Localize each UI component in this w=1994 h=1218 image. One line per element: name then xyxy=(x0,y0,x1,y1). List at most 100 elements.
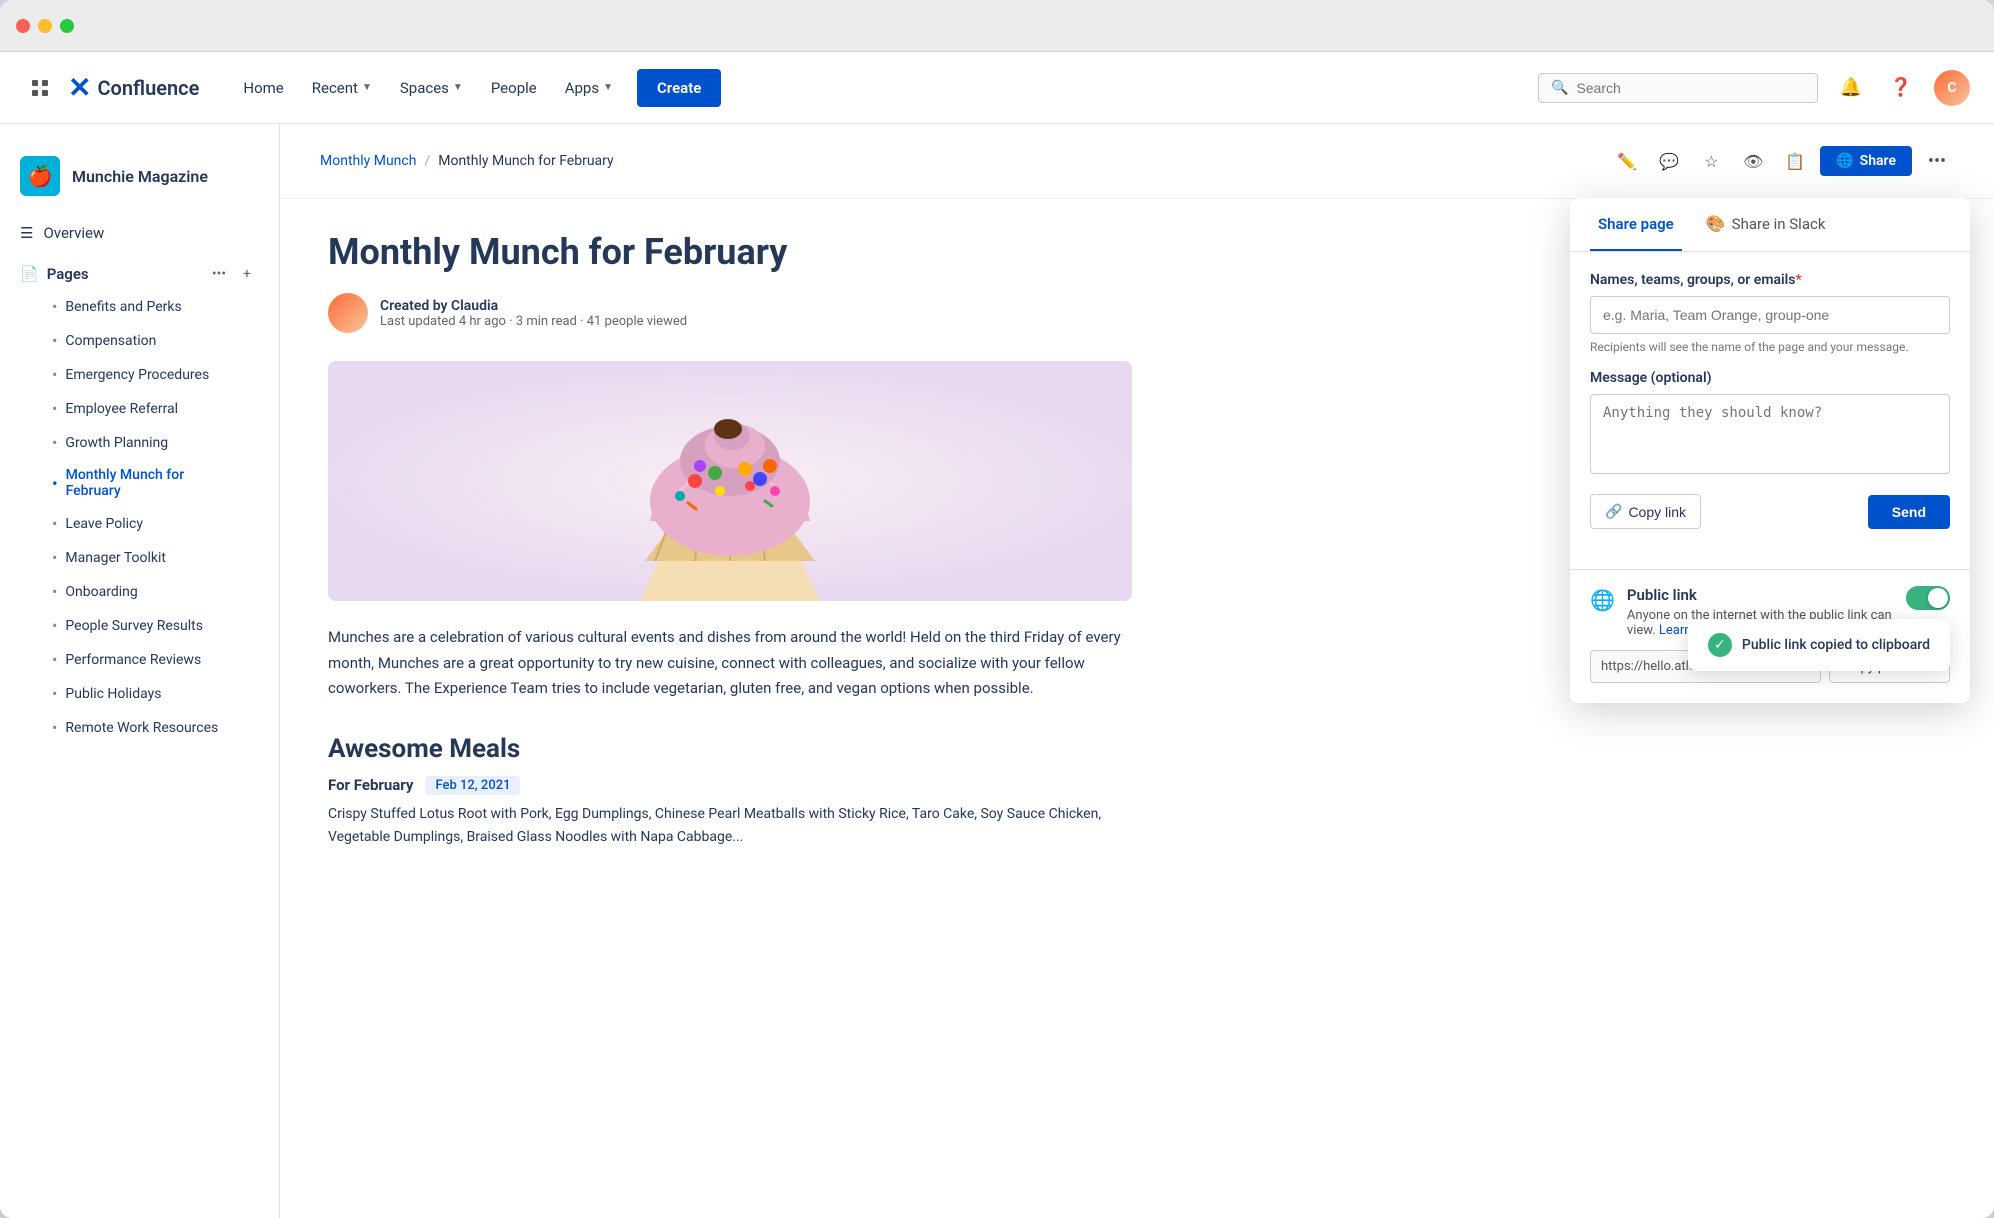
confluence-logo[interactable]: ✕ Confluence xyxy=(68,71,199,104)
sidebar-item-compensation[interactable]: • Compensation xyxy=(24,324,255,357)
bullet-icon: • xyxy=(52,616,57,635)
copy-link-button[interactable]: 🔗 Copy link xyxy=(1590,494,1701,529)
author-avatar xyxy=(328,293,368,333)
edit-icon[interactable]: ✏️ xyxy=(1610,144,1644,178)
comment-icon[interactable]: 💬 xyxy=(1652,144,1686,178)
titlebar xyxy=(0,0,1994,52)
search-bar[interactable]: 🔍 xyxy=(1538,73,1818,103)
bullet-icon: • xyxy=(52,684,57,703)
share-slack-tab-label: Share in Slack xyxy=(1732,215,1826,233)
create-button[interactable]: Create xyxy=(637,69,721,107)
nav-items: Home Recent ▼ Spaces ▼ People Apps ▼ Cre… xyxy=(231,69,1514,107)
pages-more-button[interactable]: ••• xyxy=(207,262,231,286)
star-icon[interactable]: ☆ xyxy=(1694,144,1728,178)
sidebar-item-growth[interactable]: • Growth Planning xyxy=(24,426,255,459)
bullet-icon: • xyxy=(52,331,57,350)
sidebar-item-leave[interactable]: • Leave Policy xyxy=(24,507,255,540)
active-bullet-icon: • xyxy=(52,474,58,493)
bullet-icon: • xyxy=(52,514,57,533)
breadcrumb-separator: / xyxy=(424,153,430,169)
toast-success-icon: ✓ xyxy=(1708,633,1732,657)
space-name: Munchie Magazine xyxy=(72,167,208,186)
breadcrumb-bar: Monthly Munch / Monthly Munch for Februa… xyxy=(280,124,1994,199)
message-label: Message (optional) xyxy=(1590,370,1950,386)
grid-menu-icon[interactable] xyxy=(24,72,56,104)
breadcrumb-parent[interactable]: Monthly Munch xyxy=(320,153,416,169)
nav-home[interactable]: Home xyxy=(231,71,295,105)
more-options-button[interactable]: ••• xyxy=(1920,144,1954,178)
toggle-knob xyxy=(1928,588,1948,608)
sidebar-item-monthly-munch[interactable]: • Monthly Munch for February xyxy=(24,460,255,506)
date-badge: Feb 12, 2021 xyxy=(425,776,520,795)
article-body: Munches are a celebration of various cul… xyxy=(328,625,1132,702)
view-icon[interactable]: 👁 xyxy=(1736,144,1770,178)
breadcrumb-actions: ✏️ 💬 ☆ 👁 📋 🌐 Share ••• xyxy=(1610,144,1954,178)
logo-x-icon: ✕ xyxy=(68,71,91,104)
globe-public-icon: 🌐 xyxy=(1590,588,1615,612)
toast-message: Public link copied to clipboard xyxy=(1742,637,1930,653)
close-button[interactable] xyxy=(16,19,30,33)
meal-list: Crispy Stuffed Lotus Root with Pork, Egg… xyxy=(328,803,1132,851)
fullscreen-button[interactable] xyxy=(60,19,74,33)
bullet-icon: • xyxy=(52,718,57,737)
send-button[interactable]: Send xyxy=(1868,495,1950,529)
panel-divider xyxy=(1570,569,1970,570)
bullet-icon: • xyxy=(52,399,57,418)
breadcrumb-current: Monthly Munch for February xyxy=(438,153,613,169)
sidebar-item-manager[interactable]: • Manager Toolkit xyxy=(24,541,255,574)
pages-actions: ••• + xyxy=(207,262,259,286)
minimize-button[interactable] xyxy=(38,19,52,33)
share-button[interactable]: 🌐 Share xyxy=(1820,146,1912,176)
recent-chevron-icon: ▼ xyxy=(362,82,372,93)
notifications-bell-icon[interactable]: 🔔 xyxy=(1834,71,1868,105)
tab-share-page[interactable]: Share page xyxy=(1590,199,1682,251)
nav-recent[interactable]: Recent ▼ xyxy=(300,71,384,105)
recipients-hint: Recipients will see the name of the page… xyxy=(1590,340,1950,354)
nav-people[interactable]: People xyxy=(479,71,549,105)
sidebar-item-benefits[interactable]: • Benefits and Perks xyxy=(24,290,255,323)
user-avatar[interactable]: C xyxy=(1934,70,1970,106)
sidebar-overview[interactable]: ☰ Overview xyxy=(0,216,279,250)
overview-label: Overview xyxy=(43,224,104,242)
article-for-row: For February Feb 12, 2021 xyxy=(328,776,1132,795)
bullet-icon: • xyxy=(52,433,57,452)
public-link-title: Public link xyxy=(1627,586,1894,604)
sidebar-item-remote-work[interactable]: • Remote Work Resources xyxy=(24,711,255,744)
pages-add-button[interactable]: + xyxy=(235,262,259,286)
sidebar-item-holidays[interactable]: • Public Holidays xyxy=(24,677,255,710)
space-header[interactable]: 🍎 Munchie Magazine xyxy=(0,144,279,216)
bullet-icon: • xyxy=(52,548,57,567)
article-update-time: Last updated 4 hr ago · 3 min read · 41 … xyxy=(380,314,687,329)
nav-spaces[interactable]: Spaces ▼ xyxy=(388,71,475,105)
sidebar-item-onboarding[interactable]: • Onboarding xyxy=(24,575,255,608)
help-icon[interactable]: ❓ xyxy=(1884,71,1918,105)
sidebar-item-people-survey[interactable]: • People Survey Results xyxy=(24,609,255,642)
nav-apps[interactable]: Apps ▼ xyxy=(553,71,625,105)
share-tabs: Share page 🎨 Share in Slack xyxy=(1570,198,1970,252)
pages-section-header: 📄 Pages ••• + xyxy=(20,262,259,286)
pages-title: 📄 Pages xyxy=(20,265,89,283)
article-title: Monthly Munch for February xyxy=(328,231,1132,273)
tab-share-slack[interactable]: 🎨 Share in Slack xyxy=(1698,198,1834,251)
toast-notification: ✓ Public link copied to clipboard xyxy=(1688,619,1950,671)
public-link-toggle[interactable] xyxy=(1906,586,1950,610)
sidebar-item-emergency[interactable]: • Emergency Procedures xyxy=(24,358,255,391)
article-meta: Created by Claudia Last updated 4 hr ago… xyxy=(328,293,1132,333)
article-area: Monthly Munch for February Created by Cl… xyxy=(280,199,1180,882)
copy-page-icon[interactable]: 📋 xyxy=(1778,144,1812,178)
share-panel-body: Names, teams, groups, or emails* Recipie… xyxy=(1570,252,1970,569)
bullet-icon: • xyxy=(52,365,57,384)
sidebar: 🍎 Munchie Magazine ☰ Overview 📄 Pages ••… xyxy=(0,124,280,1218)
recipients-input[interactable] xyxy=(1590,296,1950,334)
share-panel: Share page 🎨 Share in Slack Names, teams… xyxy=(1570,198,1970,703)
search-input[interactable] xyxy=(1576,80,1805,96)
message-textarea[interactable] xyxy=(1590,394,1950,474)
sidebar-item-referral[interactable]: • Employee Referral xyxy=(24,392,255,425)
sidebar-item-performance[interactable]: • Performance Reviews xyxy=(24,643,255,676)
search-icon: 🔍 xyxy=(1551,80,1568,96)
bullet-icon: • xyxy=(52,297,57,316)
spaces-chevron-icon: ▼ xyxy=(453,82,463,93)
article-meta-text: Created by Claudia Last updated 4 hr ago… xyxy=(380,298,687,329)
globe-icon: 🌐 xyxy=(1836,153,1853,169)
share-page-tab-label: Share page xyxy=(1598,215,1674,233)
